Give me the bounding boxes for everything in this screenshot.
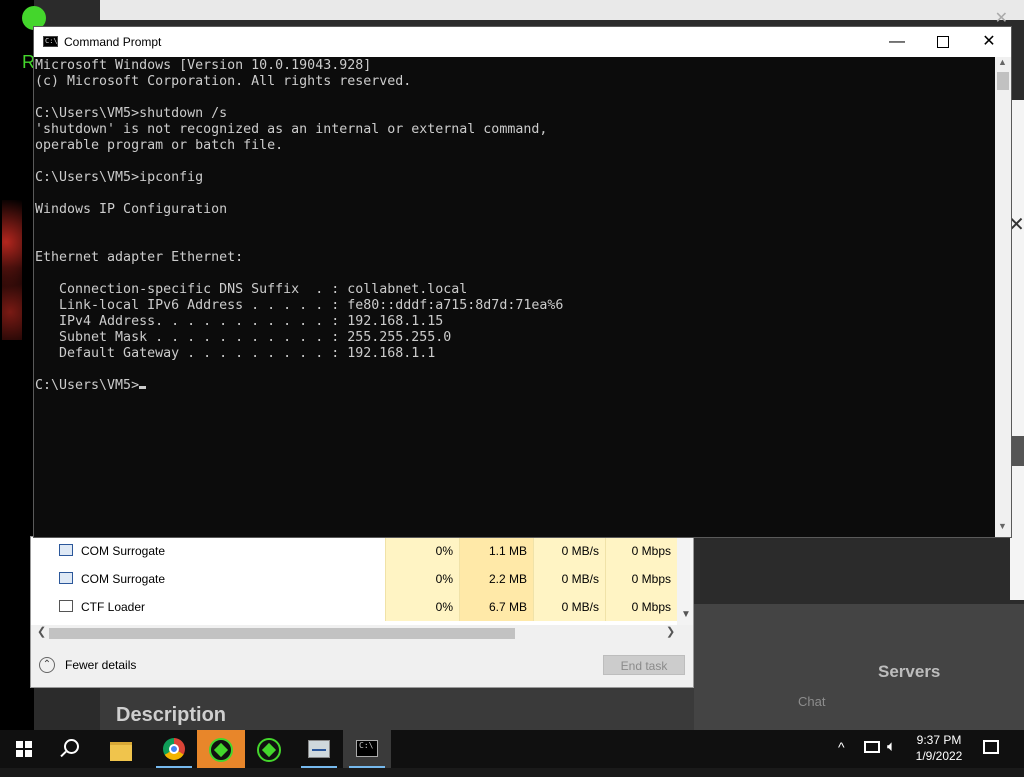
background-right-panel (1010, 100, 1024, 600)
console-line: 'shutdown' is not recognized as an inter… (35, 122, 548, 137)
command-prompt-window[interactable]: C:\ Command Prompt — ✕ Microsoft Windows… (33, 26, 1012, 538)
console-line: Default Gateway . . . . . . . . . : 192.… (35, 346, 436, 361)
text-cursor (139, 386, 147, 389)
search-button[interactable] (48, 730, 96, 768)
network-icon[interactable] (864, 741, 880, 753)
console-prompt-line[interactable]: C:\Users\VM5> (35, 378, 995, 394)
razer-app-button[interactable] (197, 730, 245, 768)
network-cell: 0 Mbps (605, 537, 677, 565)
scroll-thumb[interactable] (997, 72, 1009, 90)
minimize-button[interactable]: — (874, 27, 920, 57)
task-manager-window: COM Surrogate 0% 1.1 MB 0 MB/s 0 Mbps CO… (30, 536, 694, 688)
chrome-button[interactable] (150, 730, 198, 768)
chevron-up-icon[interactable]: ^ (838, 739, 845, 777)
window-title: Command Prompt (64, 35, 162, 49)
background-servers-panel (694, 604, 1024, 730)
start-button[interactable] (0, 730, 48, 768)
clock-time: 9:37 PM (916, 733, 962, 747)
task-manager-button[interactable] (295, 730, 343, 768)
cpu-cell: 0% (385, 537, 459, 565)
end-task-button[interactable]: End task (603, 655, 685, 675)
disk-cell: 0 MB/s (533, 537, 605, 565)
network-cell: 0 Mbps (605, 565, 677, 593)
cpu-cell: 0% (385, 593, 459, 621)
close-icon[interactable]: ✕ (995, 8, 1008, 28)
notification-icon[interactable] (983, 740, 999, 754)
scroll-right-icon[interactable]: ❯ (666, 625, 675, 638)
console-output[interactable]: Microsoft Windows [Version 10.0.19043.92… (35, 58, 995, 538)
cpu-cell: 0% (385, 565, 459, 593)
console-line: C:\Users\VM5>shutdown /s (35, 106, 228, 121)
search-icon (64, 739, 79, 754)
servers-heading[interactable]: Servers (878, 662, 940, 682)
background-left-strip (0, 0, 34, 730)
description-heading: Description (116, 704, 227, 726)
disk-cell: 0 MB/s (533, 565, 605, 593)
volume-icon[interactable]: 🔈︎ (887, 738, 896, 776)
process-name: CTF Loader (81, 600, 146, 614)
console-prompt: C:\Users\VM5> (35, 378, 140, 393)
maximize-button[interactable] (920, 27, 966, 57)
console-line: Microsoft Windows [Version 10.0.19043.92… (35, 58, 372, 73)
chat-label[interactable]: Chat (798, 694, 825, 709)
process-row[interactable]: COM Surrogate 0% 2.2 MB 0 MB/s 0 Mbps (31, 565, 693, 593)
disk-cell: 0 MB/s (533, 593, 605, 621)
ctf-loader-icon (59, 600, 73, 612)
vertical-scrollbar[interactable] (995, 57, 1011, 537)
task-manager-icon (308, 740, 330, 758)
background-panel-tab (1012, 436, 1024, 466)
razer-icon (209, 738, 233, 762)
command-prompt-icon: C:\ (43, 36, 58, 47)
clock-date: 1/9/2022 (915, 749, 963, 763)
process-icon (59, 572, 73, 584)
memory-cell: 6.7 MB (459, 593, 533, 621)
process-name: COM Surrogate (81, 544, 166, 558)
scroll-left-icon[interactable]: ❮ (37, 625, 46, 638)
taskbar: C:\ ^ 🔈︎ 9:37 PM 1/9/2022 (0, 730, 1024, 768)
console-line: Link-local IPv6 Address . . . . . : fe80… (35, 298, 564, 313)
process-row[interactable]: CTF Loader 0% 6.7 MB 0 MB/s 0 Mbps (31, 593, 693, 621)
scroll-up-icon[interactable]: ▲ (998, 57, 1007, 67)
command-prompt-icon: C:\ (356, 740, 378, 757)
chrome-icon (163, 738, 185, 760)
folder-icon (110, 742, 132, 761)
windows-logo-icon (16, 741, 32, 757)
console-line: Subnet Mask . . . . . . . . . . . : 255.… (35, 330, 452, 345)
razer-icon (257, 738, 281, 762)
console-line: (c) Microsoft Corporation. All rights re… (35, 74, 412, 89)
window-titlebar[interactable]: C:\ Command Prompt — ✕ (34, 27, 1011, 57)
chevron-up-icon[interactable]: ⌃ (39, 657, 55, 673)
process-row[interactable]: COM Surrogate 0% 1.1 MB 0 MB/s 0 Mbps (31, 537, 693, 565)
clock[interactable]: 9:37 PM 1/9/2022 (910, 732, 968, 764)
console-line: operable program or batch file. (35, 138, 284, 153)
console-line: Connection-specific DNS Suffix . : colla… (35, 282, 468, 297)
process-name: COM Surrogate (81, 572, 166, 586)
console-line: IPv4 Address. . . . . . . . . . . : 192.… (35, 314, 444, 329)
network-cell: 0 Mbps (605, 593, 677, 621)
command-prompt-button[interactable]: C:\ (343, 730, 391, 768)
fewer-details-link[interactable]: Fewer details (65, 658, 136, 672)
horizontal-scroll-thumb[interactable] (49, 628, 515, 639)
console-line: Windows IP Configuration (35, 202, 228, 217)
memory-cell: 1.1 MB (459, 537, 533, 565)
background-titlebar: ✕ (100, 0, 1024, 27)
close-button[interactable]: ✕ (966, 27, 1012, 57)
console-line: C:\Users\VM5>ipconfig (35, 170, 204, 185)
file-explorer-button[interactable] (98, 730, 146, 768)
scroll-down-icon[interactable]: ▼ (998, 521, 1007, 531)
console-line: Ethernet adapter Ethernet: (35, 250, 244, 265)
background-glow (2, 200, 22, 340)
memory-cell: 2.2 MB (459, 565, 533, 593)
process-icon (59, 544, 73, 556)
scroll-down-icon[interactable]: ▼ (681, 609, 691, 620)
razer-app-button[interactable] (245, 730, 293, 768)
